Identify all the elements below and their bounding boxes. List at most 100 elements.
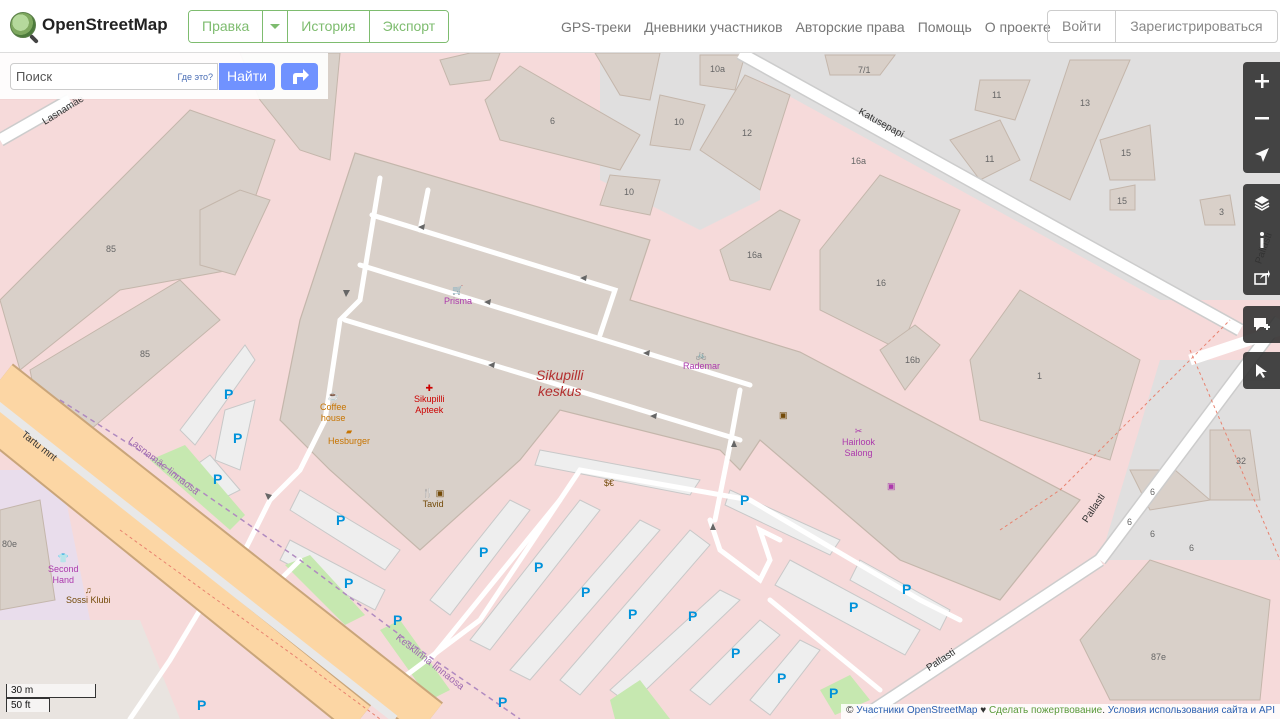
poi-second-hand[interactable]: 👕 Second Hand bbox=[48, 553, 79, 586]
terms-link[interactable]: Условия использования сайта и API bbox=[1108, 705, 1275, 716]
poi-prisma[interactable]: 🛒 Prisma bbox=[444, 285, 472, 306]
scale-imperial: 50 ft bbox=[6, 698, 50, 712]
nav-gps-traces[interactable]: GPS-треки bbox=[561, 19, 631, 35]
edit-button[interactable]: Правка bbox=[189, 11, 264, 42]
music-note-icon: ♫ bbox=[84, 585, 92, 595]
directions-button[interactable] bbox=[281, 63, 318, 90]
parking-icon: P bbox=[688, 608, 698, 624]
map-key-button[interactable] bbox=[1243, 221, 1280, 258]
history-button[interactable]: История bbox=[288, 11, 370, 42]
heart-icon: ♥ bbox=[977, 705, 989, 716]
parking-icon: P bbox=[777, 670, 787, 686]
parking-icon: P bbox=[233, 430, 243, 446]
query-features-button[interactable] bbox=[1243, 352, 1280, 389]
attribution: © Участники OpenStreetMap ♥ Сделать поже… bbox=[841, 704, 1280, 719]
scale-metric: 30 m bbox=[6, 684, 96, 698]
where-is-this-link[interactable]: Где это? bbox=[178, 72, 213, 82]
house-number: 16 bbox=[876, 278, 887, 288]
locate-arrow-icon bbox=[1254, 147, 1269, 162]
house-number: 85 bbox=[106, 244, 117, 254]
parking-icon: P bbox=[902, 581, 912, 597]
hairdresser-icon: ✂ bbox=[854, 426, 863, 436]
poi-label: Apteek bbox=[415, 405, 444, 415]
minus-icon bbox=[1254, 116, 1269, 119]
poi-coffee-house[interactable]: ☕ Coffee house bbox=[320, 391, 346, 424]
parking-icon: P bbox=[213, 471, 223, 487]
register-button[interactable]: Зарегистрироваться bbox=[1116, 11, 1276, 42]
poi-label: Hairlook bbox=[842, 437, 876, 447]
house-number: 3 bbox=[1219, 207, 1225, 217]
search-input[interactable] bbox=[11, 64, 161, 89]
contributors-link[interactable]: Участники OpenStreetMap bbox=[856, 705, 977, 716]
logo-text: OpenStreetMap bbox=[42, 15, 168, 34]
money-icon: $€ bbox=[604, 478, 615, 488]
poi-label: Salong bbox=[844, 448, 873, 458]
pharmacy-icon: ✚ bbox=[425, 383, 434, 393]
copyright-symbol: © bbox=[846, 705, 857, 716]
cursor-query-icon bbox=[1255, 363, 1267, 378]
search-submit-button[interactable]: Найти bbox=[219, 63, 275, 90]
parking-icon: P bbox=[581, 584, 591, 600]
locate-button[interactable] bbox=[1243, 136, 1280, 173]
house-number: 6 bbox=[550, 116, 556, 126]
house-number: 10 bbox=[674, 117, 685, 127]
poi-label: Coffee bbox=[320, 402, 347, 412]
map-tools bbox=[1243, 184, 1280, 295]
donate-link[interactable]: Сделать пожертвование bbox=[989, 705, 1102, 716]
shopping-cart-icon: 🛒 bbox=[452, 285, 464, 295]
house-number: 16a bbox=[851, 156, 867, 166]
house-number: 6 bbox=[1127, 517, 1133, 527]
house-number: 10 bbox=[624, 187, 635, 197]
parking-icon: P bbox=[336, 512, 346, 528]
poi-label: Sossi Klubi bbox=[66, 595, 111, 605]
poi-pharmacy[interactable]: ✚ Sikupilli Apteek bbox=[414, 383, 445, 416]
house-number: 11 bbox=[992, 90, 1002, 100]
parking-icon: P bbox=[731, 645, 741, 661]
nav-help[interactable]: Помощь bbox=[918, 19, 972, 35]
map-canvas[interactable]: 10a 7/1 6 10 12 11 13 16a 15 11 10 15 3 … bbox=[0, 53, 1280, 719]
map-tiles bbox=[0, 53, 1280, 719]
shop-icon: ▣ bbox=[887, 481, 896, 491]
share-button[interactable] bbox=[1243, 258, 1280, 295]
export-button[interactable]: Экспорт bbox=[369, 11, 449, 42]
header: OpenStreetMap Правка История Экспорт GPS… bbox=[0, 0, 1280, 53]
osm-app: OpenStreetMap Правка История Экспорт GPS… bbox=[0, 0, 1280, 719]
zoom-in-button[interactable] bbox=[1243, 62, 1280, 99]
add-note-button[interactable] bbox=[1243, 306, 1280, 343]
poi-rademar[interactable]: 🚲 Rademar bbox=[683, 350, 720, 371]
info-icon bbox=[1259, 231, 1264, 248]
plus-icon bbox=[1254, 73, 1269, 88]
caret-down-icon bbox=[270, 24, 281, 29]
parking-icon: P bbox=[224, 386, 234, 402]
parking-icon: P bbox=[197, 697, 207, 713]
house-number: 15 bbox=[1117, 196, 1128, 206]
clothes-icon: 👕 bbox=[57, 553, 69, 563]
nav-links: GPS-треки Дневники участников Авторские … bbox=[561, 19, 1051, 35]
zoom-out-button[interactable] bbox=[1243, 99, 1280, 136]
directions-icon bbox=[293, 69, 309, 84]
poi-label: Second bbox=[48, 564, 79, 574]
house-number: 16b bbox=[905, 355, 921, 365]
scale-bar: 30 m 50 ft bbox=[6, 684, 96, 712]
login-button[interactable]: Войти bbox=[1048, 11, 1117, 42]
parking-icon: P bbox=[849, 599, 859, 615]
bicycle-icon: 🚲 bbox=[695, 350, 708, 360]
share-icon bbox=[1253, 269, 1270, 285]
zoom-controls bbox=[1243, 62, 1280, 173]
parking-icon: P bbox=[393, 612, 403, 628]
nav-user-diaries[interactable]: Дневники участников bbox=[644, 19, 782, 35]
poi-hairlook[interactable]: ✂ Hairlook Salong bbox=[842, 426, 875, 459]
add-note-icon bbox=[1253, 317, 1270, 331]
poi-sossi-klubi[interactable]: ♫ Sossi Klubi bbox=[66, 585, 111, 605]
parking-icon: P bbox=[534, 559, 544, 575]
nav-copyright[interactable]: Авторские права bbox=[796, 19, 905, 35]
logo[interactable]: OpenStreetMap bbox=[10, 12, 168, 38]
edit-dropdown-button[interactable] bbox=[263, 11, 289, 42]
house-number: 7/1 bbox=[858, 65, 871, 75]
poi-tavid[interactable]: 🍴 ▣ Tavid bbox=[422, 488, 444, 509]
poi-hesburger[interactable]: ▰ Hesburger bbox=[328, 427, 370, 446]
auth-buttons: Войти Зарегистрироваться bbox=[1047, 10, 1278, 43]
layers-icon bbox=[1254, 195, 1269, 211]
nav-about[interactable]: О проекте bbox=[985, 19, 1051, 35]
layers-button[interactable] bbox=[1243, 184, 1280, 221]
